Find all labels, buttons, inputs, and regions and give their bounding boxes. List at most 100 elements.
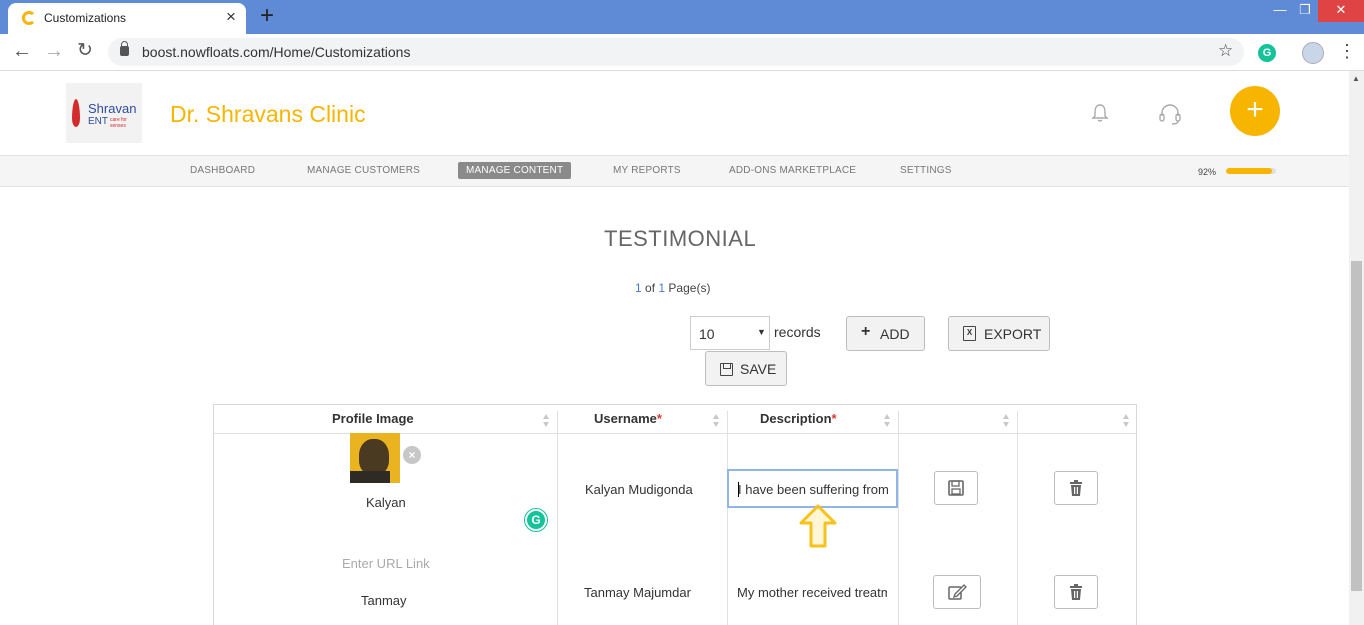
column-divider [727,411,728,625]
save-row-button[interactable] [934,471,978,505]
page-scrollbar[interactable]: ▲ [1349,71,1364,625]
bell-icon[interactable] [1091,103,1109,123]
nav-item-manage-content[interactable]: MANAGE CONTENT [458,162,572,179]
forward-arrow-icon[interactable]: → [44,40,64,62]
testimonial-table: Profile Image Username* Description* × K… [213,404,1137,625]
browser-tab[interactable]: Customizations × [8,3,246,34]
back-arrow-icon[interactable]: ← [12,40,32,62]
nav-item-addons-marketplace[interactable]: ADD-ONS MARKETPLACE [729,165,856,176]
nav-item-manage-customers[interactable]: MANAGE CUSTOMERS [307,165,420,176]
delete-row-button[interactable] [1054,575,1098,609]
nav-item-my-reports[interactable]: MY REPORTS [613,165,681,176]
pager-current: 1 [635,281,642,295]
floppy-disk-icon [720,363,733,376]
clinic-logo[interactable]: Shravan ENT care for senses [66,83,142,143]
column-header-username-label: Username [594,411,657,426]
page-title: TESTIMONIAL [604,226,757,251]
tab-close-icon[interactable]: × [226,8,236,26]
description-cell: My mother received treatment [737,585,887,600]
profile-progress-fill [1226,168,1272,174]
tab-title: Customizations [44,11,127,25]
save-button[interactable]: SAVE [705,351,787,386]
required-marker: * [656,411,662,426]
records-per-page-value: 10 [699,326,715,342]
nav-item-settings[interactable]: SETTINGS [900,165,952,176]
description-input[interactable]: I have been suffering from [727,469,898,508]
enter-url-link[interactable]: Enter URL Link [342,556,430,571]
star-icon[interactable]: ☆ [1218,41,1233,61]
records-per-page-select[interactable]: 10 ▼ [690,316,770,350]
avatar-body [350,471,390,483]
remove-image-icon[interactable]: × [403,446,421,464]
profile-name: Kalyan [366,495,406,510]
sort-icon[interactable] [543,414,550,428]
column-header-username[interactable]: Username* [594,411,662,433]
profile-name: Tanmay [361,593,407,608]
column-divider [898,411,899,625]
dropdown-caret-icon: ▼ [757,327,766,337]
grammarly-icon[interactable]: G [1258,44,1276,62]
browser-tab-bar: Customizations × + — ❐ ✕ [0,0,1364,34]
required-marker: * [831,411,837,426]
sort-icon[interactable] [1003,414,1010,428]
pager-total: 1 [658,281,666,295]
records-label: records [774,324,821,340]
text-caret [738,482,739,497]
pager-suffix: Page(s) [668,281,711,295]
column-header-profile-image[interactable]: Profile Image [332,411,414,433]
edit-row-button[interactable] [933,575,981,609]
logo-subtext: ENT [88,116,108,127]
trash-icon [1070,584,1082,600]
lock-icon [120,41,129,56]
add-fab-button[interactable]: + [1230,86,1280,136]
edit-icon [948,584,967,600]
add-button-label: ADD [880,326,910,342]
column-divider [1017,411,1018,625]
plus-icon: + [861,323,871,340]
window-restore-icon[interactable]: ❐ [1290,0,1320,22]
add-button[interactable]: + ADD [846,316,925,351]
support-headset-icon[interactable] [1158,103,1182,125]
address-bar[interactable]: boost.nowfloats.com/Home/Customizations … [108,38,1244,66]
logo-mark-icon [72,99,80,127]
excel-icon: X [963,326,976,341]
up-arrow-annotation-icon [799,504,837,548]
sort-icon[interactable] [1123,414,1130,428]
new-tab-icon[interactable]: + [260,3,274,29]
menu-kebab-icon[interactable]: ⋮ [1338,40,1356,62]
scroll-up-icon[interactable]: ▲ [1352,74,1360,83]
app-header: Shravan ENT care for senses Dr. Shravans… [0,71,1349,155]
pager: 1 of 1 Page(s) [635,281,710,295]
trash-icon [1070,480,1082,496]
browser-toolbar: ← → ↻ boost.nowfloats.com/Home/Customiza… [0,34,1364,71]
grammarly-icon[interactable]: G [525,509,547,531]
pager-of: of [645,281,656,295]
scrollbar-thumb[interactable] [1351,261,1362,591]
logo-tagline: care for senses [110,117,127,129]
url-text[interactable]: boost.nowfloats.com/Home/Customizations [142,44,410,60]
save-button-label: SAVE [740,361,777,377]
column-divider [557,411,558,625]
window-close-icon[interactable]: ✕ [1318,0,1364,22]
clinic-name: Dr. Shravans Clinic [170,101,366,127]
profile-progress-label: 92% [1198,167,1217,177]
site-favicon-icon [22,11,36,25]
profile-image [350,433,400,483]
nav-item-dashboard[interactable]: DASHBOARD [190,165,255,176]
main-nav: DASHBOARD MANAGE CUSTOMERS MANAGE CONTEN… [0,155,1349,187]
delete-row-button[interactable] [1054,471,1098,505]
sort-icon[interactable] [884,414,891,428]
export-button-label: EXPORT [984,326,1042,342]
export-button[interactable]: X EXPORT [948,316,1050,351]
username-cell: Kalyan Mudigonda [585,482,693,497]
profile-icon[interactable] [1302,42,1324,64]
sort-icon[interactable] [713,414,720,428]
logo-text: Shravan [88,101,137,116]
avatar-face [359,439,389,475]
column-header-description-label: Description [760,411,832,426]
reload-icon[interactable]: ↻ [77,40,93,62]
profile-progress-bar [1226,168,1276,174]
floppy-disk-icon [948,480,964,496]
column-header-description[interactable]: Description* [760,411,837,433]
description-input-text: I have been suffering from [738,482,889,497]
